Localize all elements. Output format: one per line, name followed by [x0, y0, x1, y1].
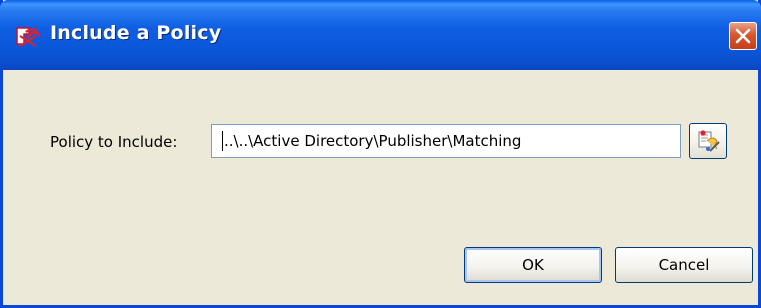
- cancel-button[interactable]: Cancel: [615, 247, 753, 283]
- ok-button[interactable]: OK: [464, 247, 602, 283]
- policy-to-include-label: Policy to Include:: [50, 133, 178, 151]
- policy-path-input[interactable]: [211, 124, 681, 158]
- close-icon: [735, 28, 751, 44]
- close-button[interactable]: [729, 22, 757, 50]
- title-bar[interactable]: Include a Policy: [0, 0, 761, 70]
- browse-button[interactable]: [689, 123, 727, 159]
- text-cursor: [222, 131, 223, 151]
- browse-icon: [698, 130, 720, 152]
- include-policy-dialog: Include a Policy Policy to Include: OK C…: [0, 0, 761, 308]
- policy-icon: [14, 24, 42, 48]
- dialog-title: Include a Policy: [50, 22, 222, 44]
